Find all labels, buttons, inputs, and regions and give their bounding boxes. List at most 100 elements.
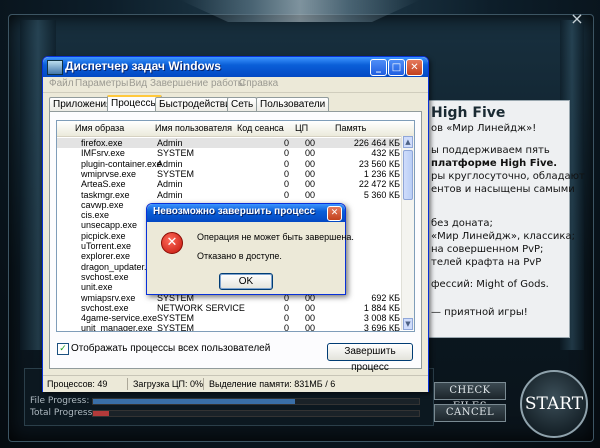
process-memory: 692 КБ xyxy=(371,292,400,303)
error-message: Операция не может быть завершена. xyxy=(197,232,354,242)
process-row[interactable]: plugin-container.exe Admin 0 00 23 560 КБ xyxy=(57,159,401,169)
process-row[interactable]: ArteaS.exe Admin 0 00 22 472 КБ xyxy=(57,179,401,189)
show-all-processes-label[interactable]: Отображать процессы всех пользователей xyxy=(71,343,270,354)
process-user-name: SYSTEM xyxy=(157,323,195,332)
process-cpu: 00 xyxy=(304,189,315,200)
process-row[interactable]: firefox.exe Admin 0 00 226 464 КБ xyxy=(57,138,401,148)
process-user-name: SYSTEM xyxy=(157,168,195,179)
check-files-button[interactable]: CHECK FILES xyxy=(434,382,506,412)
process-row[interactable]: svchost.exe NETWORK SERVICE 0 00 1 884 КБ xyxy=(57,303,401,313)
process-session-id: 0 xyxy=(283,179,289,190)
process-row[interactable]: wmiprvse.exe SYSTEM 0 00 1 236 КБ xyxy=(57,169,401,179)
process-row[interactable]: taskmgr.exe Admin 0 00 5 360 КБ xyxy=(57,190,401,200)
process-session-id: 0 xyxy=(283,302,289,313)
menu-help[interactable]: Справка xyxy=(239,78,278,89)
process-memory: 1 236 КБ xyxy=(363,168,400,179)
scroll-up-icon[interactable]: ▲ xyxy=(403,136,413,148)
tab-users[interactable]: Пользователи xyxy=(256,97,330,111)
total-progress-fill xyxy=(93,411,110,416)
end-process-button[interactable]: Завершить процесс xyxy=(327,343,413,373)
scroll-thumb[interactable] xyxy=(403,150,413,200)
minimize-button[interactable]: _ xyxy=(370,59,387,76)
process-user-name: Admin xyxy=(157,179,183,190)
file-progress-bar xyxy=(92,398,420,405)
error-dialog: Невозможно завершить процесс ✕ ✕ Операци… xyxy=(146,203,354,295)
error-detail: Отказано в доступе. xyxy=(197,251,282,261)
process-image-name: IMFsrv.exe xyxy=(81,148,125,159)
process-image-name: cis.exe xyxy=(81,210,110,221)
task-manager-app-icon xyxy=(47,60,63,75)
task-manager-title: Диспетчер задач Windows xyxy=(65,59,221,73)
process-memory: 3 008 КБ xyxy=(363,313,400,324)
process-cpu: 00 xyxy=(304,302,315,313)
process-cpu: 00 xyxy=(304,179,315,190)
process-session-id: 0 xyxy=(283,323,289,332)
column-cpu[interactable]: ЦП xyxy=(295,123,308,133)
process-row[interactable]: unit_manager.exe SYSTEM 0 00 3 696 КБ xyxy=(57,323,401,332)
column-user-name[interactable]: Имя пользователя xyxy=(155,123,232,133)
process-image-name: firefox.exe xyxy=(81,138,123,148)
menu-view[interactable]: Вид xyxy=(129,78,147,89)
process-session-id: 0 xyxy=(283,148,289,159)
error-dialog-titlebar[interactable]: Невозможно завершить процесс ✕ xyxy=(147,204,345,222)
total-progress-label: Total Progress: xyxy=(30,408,96,418)
news-line: ры круглосуточно, обладают xyxy=(431,171,585,182)
process-memory: 432 КБ xyxy=(371,148,400,159)
status-process-count: Процессов: 49 xyxy=(47,378,128,390)
process-image-name: unit_manager.exe xyxy=(81,323,153,332)
error-icon: ✕ xyxy=(161,232,183,254)
process-image-name: uTorrent.exe xyxy=(81,241,132,251)
menu-file[interactable]: Файл xyxy=(49,78,74,89)
process-list-header: Имя образа Имя пользователя Код сеанса Ц… xyxy=(57,121,414,137)
process-user-name: NETWORK SERVICE xyxy=(157,302,245,313)
file-progress-fill xyxy=(93,399,296,404)
news-line: телей крафта на PvP xyxy=(431,257,542,268)
menu-options[interactable]: Параметры xyxy=(75,78,128,89)
process-user-name: Admin xyxy=(157,158,183,169)
process-cpu: 00 xyxy=(304,323,315,332)
show-all-processes-checkbox[interactable]: ✓ xyxy=(57,343,69,355)
process-image-name: 4game-service.exe xyxy=(81,313,158,324)
news-line: фессий: Might of Gods. xyxy=(431,279,549,290)
process-memory: 1 884 КБ xyxy=(363,302,400,313)
process-session-id: 0 xyxy=(283,158,289,169)
process-memory: 5 360 КБ xyxy=(363,189,400,200)
column-memory[interactable]: Память xyxy=(335,123,366,133)
process-session-id: 0 xyxy=(283,189,289,200)
menu-shutdown[interactable]: Завершение работы xyxy=(150,78,245,89)
news-line: без доната; xyxy=(431,218,493,229)
column-image-name[interactable]: Имя образа xyxy=(75,123,124,133)
file-progress-label: File Progress: xyxy=(30,396,90,406)
column-session-id[interactable]: Код сеанса xyxy=(237,123,284,133)
process-image-name: picpick.exe xyxy=(81,230,126,241)
cancel-button[interactable]: CANCEL xyxy=(434,404,506,422)
status-bar: Процессов: 49 Загрузка ЦП: 0% Выделение … xyxy=(43,375,428,392)
ok-button[interactable]: OK xyxy=(219,273,273,290)
process-image-name: svchost.exe xyxy=(81,302,129,313)
process-row[interactable]: 4game-service.exe SYSTEM 0 00 3 008 КБ xyxy=(57,313,401,323)
start-button[interactable]: START xyxy=(520,370,588,438)
news-line: платформе High Five. xyxy=(431,158,558,169)
process-user-name: SYSTEM xyxy=(157,148,195,159)
launcher-close-icon[interactable]: × xyxy=(568,10,586,28)
news-line: — приятной игры! xyxy=(431,307,528,318)
process-list-scrollbar[interactable]: ▲ ▼ xyxy=(401,136,414,330)
tab-network[interactable]: Сеть xyxy=(227,97,258,111)
error-dialog-close-button[interactable]: ✕ xyxy=(327,206,342,221)
process-memory: 22 472 КБ xyxy=(358,179,400,190)
process-image-name: ArteaS.exe xyxy=(81,179,126,190)
menu-bar: Файл Параметры Вид Завершение работы Спр… xyxy=(43,77,428,93)
tab-applications[interactable]: Приложения xyxy=(49,97,116,111)
maximize-button[interactable]: □ xyxy=(388,59,405,76)
news-panel: High Five ов «Мир Линейдж»! ы поддержива… xyxy=(422,100,585,338)
status-cpu-usage: Загрузка ЦП: 0% xyxy=(133,378,204,390)
process-image-name: dragon_updater.... xyxy=(81,261,155,272)
process-row[interactable]: IMFsrv.exe SYSTEM 0 00 432 КБ xyxy=(57,148,401,158)
process-image-name: cavwp.exe xyxy=(81,199,124,210)
scroll-down-icon[interactable]: ▼ xyxy=(403,318,413,330)
news-line: ов «Мир Линейдж»! xyxy=(431,123,537,134)
close-button[interactable]: ✕ xyxy=(406,59,423,76)
task-manager-titlebar[interactable]: Диспетчер задач Windows _ □ ✕ xyxy=(43,57,428,77)
process-user-name: Admin xyxy=(157,138,183,148)
process-image-name: svchost.exe xyxy=(81,271,129,282)
